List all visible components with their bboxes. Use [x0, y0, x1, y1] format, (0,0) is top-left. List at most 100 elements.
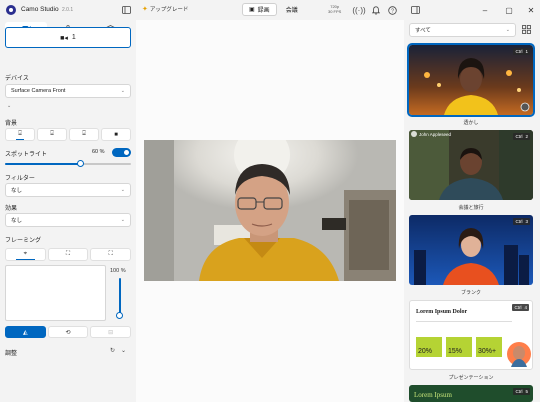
spotlight-value: 60 % [92, 149, 105, 155]
scene-label: 会議と旅行 [458, 205, 484, 211]
upgrade-label: アップグレード [149, 7, 189, 13]
framing-manual-option[interactable]: ⌖ [5, 248, 46, 261]
spotlight-toggle[interactable] [112, 148, 131, 157]
framing-auto-option[interactable]: ⛶ [47, 248, 89, 261]
frame-person-icon: ⛶ [65, 251, 71, 257]
minimize-button[interactable]: – [478, 3, 492, 17]
sparkle-icon: ✦ [142, 6, 148, 13]
device-select[interactable]: Surface Camera Front ⌄ [5, 84, 131, 98]
person-icon: ⍓ [18, 131, 22, 137]
cursor-icon: ⌖ [23, 251, 28, 257]
zoom-value: 100 % [110, 268, 126, 274]
format-readout: 720p 30 FPS [328, 4, 341, 14]
chevron-down-icon: ⌄ [505, 27, 510, 33]
broadcast-icon[interactable]: ((·)) [352, 5, 365, 15]
scene-filter-select[interactable]: すべて ⌄ [409, 23, 516, 37]
scene-shortcut-badge: Ctrl 5 [513, 388, 530, 395]
background-options: ⍓ ⍓ ⍓ ■ [5, 128, 131, 141]
chevron-down-icon: ⌄ [120, 88, 125, 94]
camera-preview [144, 140, 396, 281]
flip-button[interactable]: ⊟ [90, 326, 132, 338]
camera-feed-image [144, 140, 396, 281]
scene-thumbnail [409, 215, 533, 285]
svg-text:?: ? [391, 8, 394, 14]
portrait-icon: ⍓ [82, 131, 86, 137]
record-icon: ▣ [249, 7, 255, 13]
device-select-value: Surface Camera Front [11, 88, 66, 94]
scene-thumbnail [409, 45, 533, 115]
background-replace-option[interactable]: ■ [101, 128, 131, 141]
filter-select-value: なし [11, 188, 23, 194]
framing-options: ⌖ ⛶ ⛶ [5, 248, 132, 261]
upgrade-button[interactable]: ✦ アップグレード [142, 5, 188, 13]
slide-stat: 15% [446, 337, 472, 357]
collapse-chevron-icon[interactable]: ⌄ [7, 103, 11, 109]
mode-tabs: ▣ 録画 会議 [242, 3, 304, 16]
effect-select-value: なし [11, 218, 23, 224]
camera-source-button[interactable]: ■◂ 1 [5, 27, 131, 48]
scene-card-5[interactable]: Lorem Ipsum Ctrl 5 [409, 385, 533, 402]
reset-icon[interactable]: ↻ [110, 347, 115, 354]
device-label: デバイス [5, 76, 29, 82]
scene-shortcut-badge: Ctrl 3 [513, 218, 530, 225]
close-button[interactable]: ✕ [524, 3, 538, 17]
scene-card-blank[interactable]: Ctrl 3 [409, 215, 533, 285]
filter-label: フィルター [5, 176, 35, 182]
mirror-icon: ◭ [23, 329, 28, 336]
title-bar: Camo Studio 2.0.1 ✦ アップグレード ▣ 録画 会議 720p… [0, 0, 540, 20]
background-blur-option[interactable]: ⍓ [37, 128, 67, 141]
zoom-slider-track[interactable] [119, 278, 121, 314]
scene-shortcut-badge: Ctrl 4 [512, 304, 529, 311]
app-window: Camo Studio 2.0.1 ✦ アップグレード ▣ 録画 会議 720p… [0, 0, 540, 402]
camo-logo-icon [6, 5, 16, 15]
bell-icon[interactable] [371, 5, 381, 15]
app-version: 2.0.1 [62, 7, 74, 13]
rotate-button[interactable]: ⟲ [47, 326, 89, 338]
flip-icon: ⊟ [108, 329, 114, 336]
slide-title: Lorem Ipsum Dolor [416, 309, 468, 315]
scene-card-watermark[interactable]: Ctrl 1 [407, 43, 535, 117]
scene-shortcut-badge: Ctrl 1 [513, 48, 530, 55]
presenter-avatar [507, 342, 531, 367]
adjust-label: 調整 [5, 351, 18, 357]
sidebar-toggle-icon[interactable] [121, 5, 131, 15]
video-camera-icon: ■◂ [60, 34, 68, 42]
background-portrait-option[interactable]: ⍓ [69, 128, 99, 141]
filter-select[interactable]: なし ⌄ [5, 183, 131, 197]
scene-card-meeting[interactable]: John Appleseed Ctrl 2 [409, 130, 533, 200]
scene-caption-name: John Appleseed [419, 132, 452, 137]
framing-tracking-option[interactable]: ⛶ [90, 248, 132, 261]
spotlight-label: スポットライト [5, 152, 48, 158]
background-label: 背景 [5, 121, 18, 127]
help-icon[interactable]: ? [387, 5, 397, 15]
track-person-icon: ⛶ [108, 251, 113, 257]
scene-thumbnail [409, 130, 533, 200]
scene-card-presentation[interactable]: Lorem Ipsum Dolor 20% 15% 30%+ Ctrl 4 [409, 300, 533, 370]
replace-background-icon: ■ [114, 131, 118, 138]
framing-preview[interactable] [5, 265, 106, 321]
scene-label: 透かし [463, 120, 479, 126]
tab-record[interactable]: ▣ 録画 [242, 3, 277, 16]
tab-record-label: 録画 [257, 8, 270, 14]
framing-label: フレーミング [5, 238, 42, 244]
scene-filter-value: すべて [415, 28, 431, 34]
panel-toggle-icon[interactable] [410, 5, 420, 15]
slide-text-block [416, 321, 512, 333]
slide-stat: 30%+ [476, 337, 502, 357]
scene-label: プレゼンテーション [448, 375, 494, 381]
effect-label: 効果 [5, 206, 18, 212]
chevron-down-icon[interactable]: ⌄ [121, 347, 126, 354]
zoom-slider-thumb[interactable] [116, 312, 123, 319]
app-title: Camo Studio [21, 6, 59, 13]
effect-select[interactable]: なし ⌄ [5, 213, 131, 227]
fps-text: 30 FPS [328, 9, 342, 14]
grid-view-icon[interactable] [522, 25, 531, 36]
background-none-option[interactable]: ⍓ [5, 128, 35, 141]
maximize-button[interactable]: ▢ [502, 3, 516, 17]
slide-title: Lorem Ipsum [414, 391, 452, 399]
rotate-icon: ⟲ [65, 329, 71, 336]
mirror-button[interactable]: ◭ [5, 326, 46, 338]
scene-label: ブランク [460, 290, 481, 296]
tab-meeting[interactable]: 会議 [280, 3, 304, 16]
camera-count: 1 [71, 34, 76, 41]
